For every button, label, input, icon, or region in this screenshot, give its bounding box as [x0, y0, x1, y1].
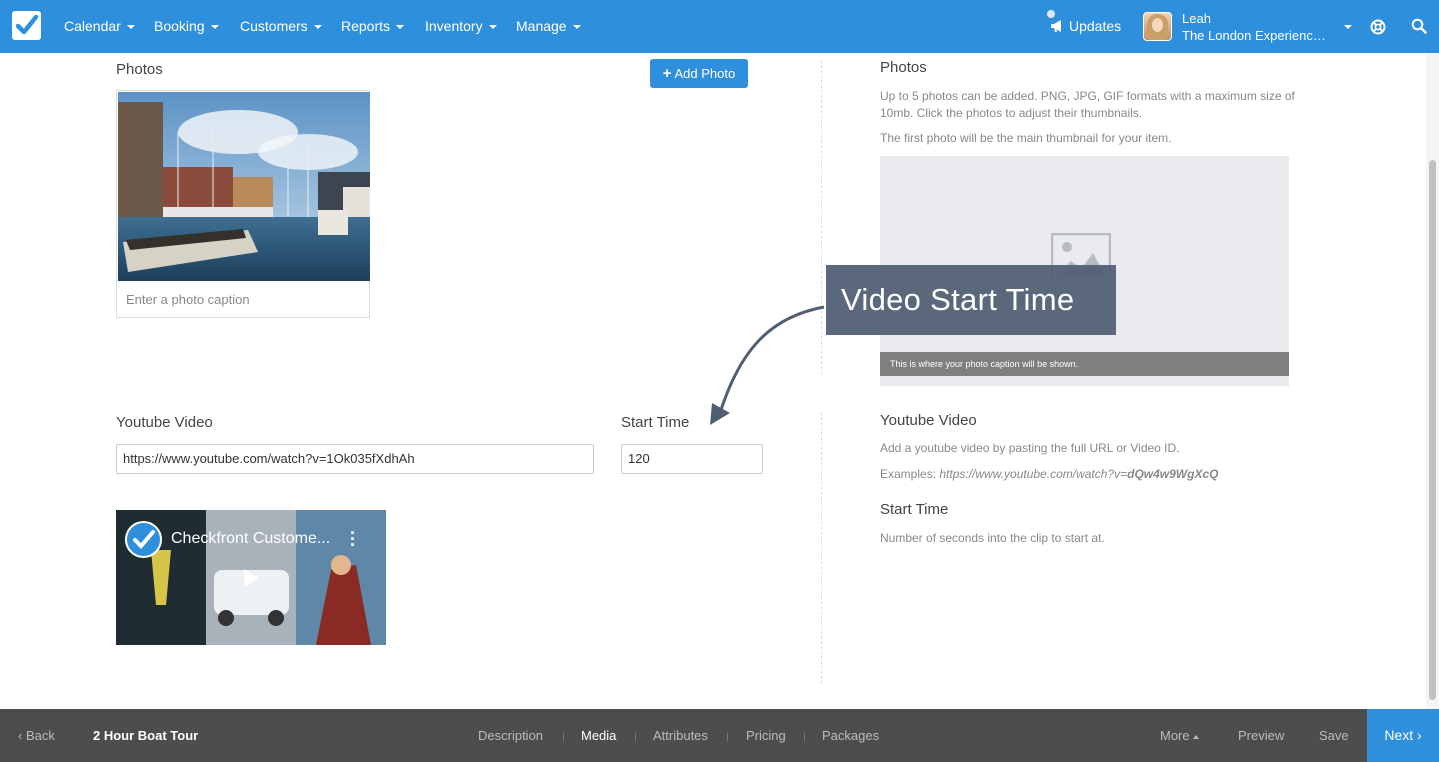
start-time-label: Start Time — [621, 414, 690, 431]
chevron-down-icon — [126, 25, 135, 30]
chevron-down-icon — [396, 25, 405, 30]
tab-separator — [635, 733, 636, 741]
plus-icon: + — [662, 65, 672, 82]
avatar[interactable] — [1143, 12, 1172, 41]
caret-up-icon — [1193, 734, 1200, 739]
tab-packages[interactable]: Packages — [822, 709, 879, 762]
chevron-right-icon: › — [1417, 727, 1422, 743]
tab-separator — [563, 733, 564, 741]
chevron-down-icon — [210, 25, 219, 30]
more-button[interactable]: More — [1160, 709, 1200, 762]
nav-booking[interactable]: Booking — [154, 0, 219, 53]
nav-reports[interactable]: Reports — [341, 0, 405, 53]
help-start-time-title: Start Time — [880, 501, 949, 518]
next-button[interactable]: Next › — [1367, 709, 1439, 762]
tab-media[interactable]: Media — [581, 709, 616, 762]
top-navbar: Calendar Booking Customers Reports Inven… — [0, 0, 1439, 53]
chevron-down-icon — [572, 25, 581, 30]
bottom-toolbar: ‹ Back 2 Hour Boat Tour Description Medi… — [0, 709, 1439, 762]
photo-thumbnail[interactable] — [118, 92, 370, 281]
preview-button[interactable]: Preview — [1238, 709, 1284, 762]
nav-manage[interactable]: Manage — [516, 0, 581, 53]
callout-arrow-icon — [710, 305, 825, 425]
help-photos-text: Up to 5 photos can be added. PNG, JPG, G… — [880, 89, 1295, 120]
tab-attributes[interactable]: Attributes — [653, 709, 708, 762]
nav-calendar[interactable]: Calendar — [64, 0, 135, 53]
video-title: Checkfront Custome... — [171, 530, 331, 547]
tab-description[interactable]: Description — [478, 709, 543, 762]
help-youtube-text: Add a youtube video by pasting the full … — [880, 441, 1180, 455]
more-vertical-icon[interactable]: · · · — [350, 524, 356, 554]
column-divider — [821, 412, 822, 684]
save-button[interactable]: Save — [1319, 709, 1349, 762]
lifebuoy-help-icon[interactable] — [1370, 19, 1386, 35]
nav-inventory[interactable]: Inventory — [425, 0, 497, 53]
user-name[interactable]: Leah — [1182, 11, 1211, 26]
search-icon[interactable] — [1411, 18, 1427, 34]
notification-dot — [1047, 10, 1055, 18]
user-organization[interactable]: The London Experience Co. — [1182, 28, 1332, 43]
help-photos-thumbnail-text: The first photo will be the main thumbna… — [880, 131, 1172, 145]
photos-heading: Photos — [116, 61, 163, 78]
photo-caption-input[interactable]: Enter a photo caption — [126, 292, 250, 307]
scrollbar[interactable] — [1426, 53, 1439, 709]
photo-card[interactable]: Enter a photo caption — [116, 90, 370, 318]
tab-separator — [804, 733, 805, 741]
help-youtube-title: Youtube Video — [880, 412, 977, 429]
preview-caption: This is where your photo caption will be… — [880, 352, 1289, 376]
start-time-input[interactable]: 120 — [621, 444, 763, 474]
chevron-down-icon — [313, 25, 322, 30]
back-button[interactable]: ‹ Back — [18, 709, 55, 762]
help-youtube-examples: Examples: https://www.youtube.com/watch?… — [880, 467, 1219, 481]
chevron-down-icon — [488, 25, 497, 30]
tab-separator — [727, 733, 728, 741]
nav-customers[interactable]: Customers — [240, 0, 322, 53]
scrollbar-thumb[interactable] — [1429, 160, 1436, 700]
help-photos-title: Photos — [880, 59, 927, 76]
checkfront-logo-icon[interactable] — [12, 11, 41, 40]
tab-pricing[interactable]: Pricing — [746, 709, 786, 762]
user-menu-chevron-icon[interactable] — [1344, 25, 1352, 29]
play-icon[interactable] — [241, 568, 261, 588]
megaphone-icon — [1051, 20, 1061, 32]
youtube-video-label: Youtube Video — [116, 414, 213, 431]
youtube-video-preview[interactable]: Checkfront Custome... · · · — [116, 510, 386, 645]
chevron-left-icon: ‹ — [18, 728, 23, 743]
item-title: 2 Hour Boat Tour — [93, 728, 199, 743]
add-photo-button[interactable]: + Add Photo — [650, 59, 748, 88]
updates-button[interactable]: Updates — [1047, 0, 1121, 53]
help-start-time-text: Number of seconds into the clip to start… — [880, 531, 1105, 545]
channel-logo-icon — [125, 521, 162, 558]
youtube-url-input[interactable]: https://www.youtube.com/watch?v=1Ok035fX… — [116, 444, 594, 474]
video-start-time-callout: Video Start Time — [826, 265, 1116, 335]
